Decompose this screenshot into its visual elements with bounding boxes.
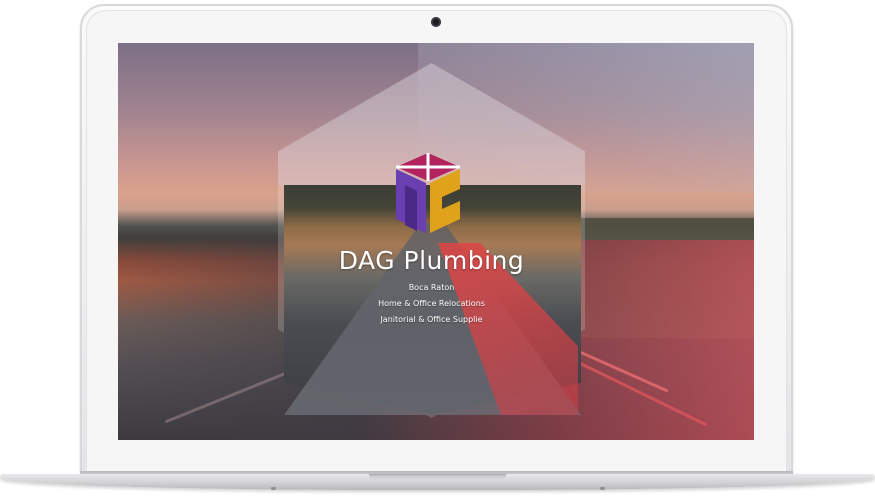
- site-title[interactable]: DAG Plumbing: [278, 246, 585, 275]
- tagline-relocations: Home & Office Relocations: [378, 299, 485, 308]
- tagline-location: Boca Raton: [408, 283, 455, 292]
- hc-cube-logo-icon[interactable]: [388, 153, 468, 243]
- laptop-foot: [271, 487, 276, 490]
- laptop-foot: [600, 487, 605, 490]
- laptop-notch: [369, 474, 506, 481]
- camera-icon: [431, 17, 441, 27]
- tagline-janitorial: Janitorial & Office Supplie: [380, 315, 483, 324]
- laptop-screen: DAG Plumbing Boca Raton Home & Office Re…: [118, 43, 754, 440]
